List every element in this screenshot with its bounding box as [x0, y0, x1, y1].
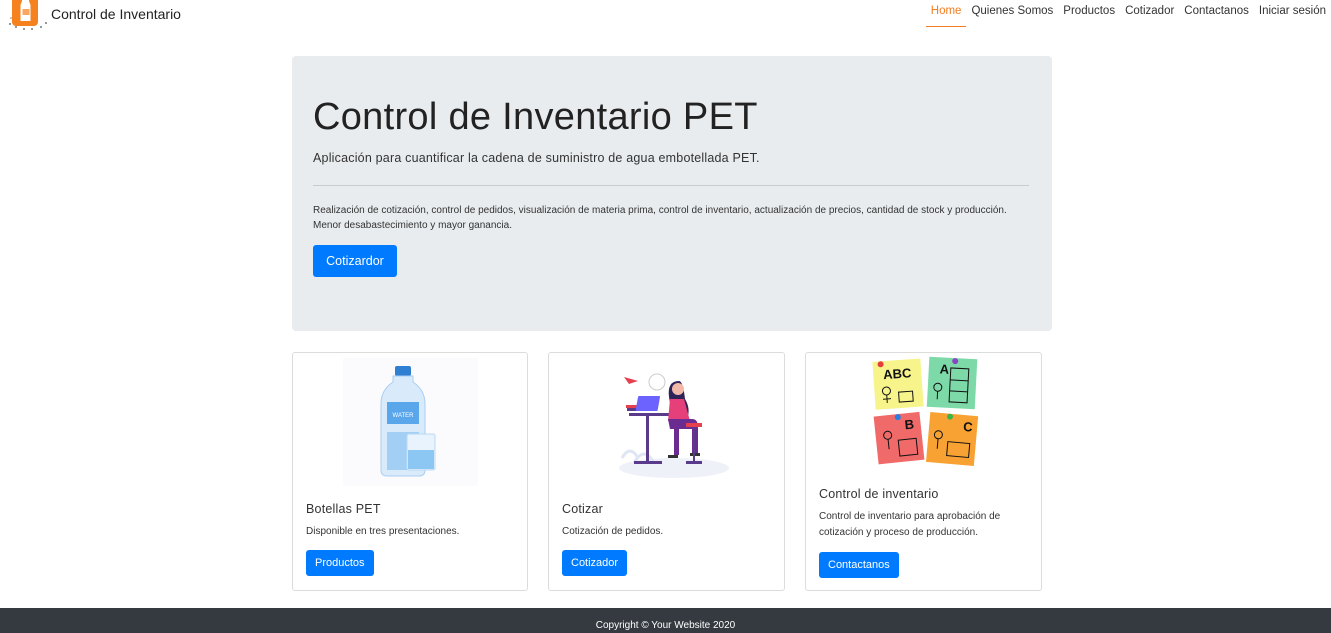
page-title: Control de Inventario PET [313, 96, 758, 138]
card-text: Disponible en tres presentaciones. [306, 526, 460, 537]
note-label-abc: ABC [883, 365, 913, 382]
nav-iniciar-sesion[interactable]: Iniciar sesión [1254, 3, 1331, 27]
jumbotron: Control de Inventario PET Aplicación par… [292, 56, 1052, 331]
note-label-b: B [904, 417, 915, 433]
card-control-inventario: ABC A B C Control de inventario Control … [805, 352, 1042, 591]
copyright-text: Copyright © Your Website 2020 [595, 620, 736, 631]
card-text: Cotización de pedidos. [562, 526, 664, 537]
sticky-notes-icon: ABC A B C [870, 356, 982, 468]
card-botellas: WATER Botellas PET Disponible en tres pr… [292, 352, 528, 591]
bottle-label: WATER [393, 413, 415, 419]
brand[interactable]: Control de Inventario [8, 0, 181, 32]
woman-laptop-icon [604, 363, 734, 485]
nav-contactanos[interactable]: Contactanos [1179, 3, 1254, 27]
card-title: Botellas PET [306, 502, 381, 516]
description-text: Realización de cotización, control de pe… [313, 205, 1007, 231]
note-label-a: A [939, 361, 950, 377]
nav-cotizador[interactable]: Cotizador [1120, 3, 1179, 27]
cotizador-card-button[interactable]: Cotizador [562, 550, 628, 576]
productos-button[interactable]: Productos [306, 550, 374, 576]
divider [313, 185, 1029, 186]
contactanos-button[interactable]: Contactanos [819, 552, 899, 578]
card-title: Control de inventario [819, 487, 939, 501]
card-title: Cotizar [562, 502, 603, 516]
lead-text: Aplicación para cuantificar la cadena de… [313, 151, 760, 165]
water-bottle-icon: WATER [343, 358, 478, 486]
card-text: Control de inventario para aprobación de… [819, 511, 1001, 538]
nav-menu: Home Quienes Somos Productos Cotizador C… [925, 3, 1331, 27]
card-cotizar: Cotizar Cotización de pedidos. Cotizador [548, 352, 785, 591]
footer: Copyright © Your Website 2020 [0, 608, 1331, 633]
nav-home[interactable]: Home [925, 3, 967, 27]
cotizador-button[interactable]: Cotizardor [313, 245, 397, 277]
bottle-logo-icon [8, 0, 48, 32]
navbar: Control de Inventario Home Quienes Somos… [0, 0, 1331, 34]
nav-productos[interactable]: Productos [1058, 3, 1120, 27]
brand-title: Control de Inventario [51, 6, 181, 22]
nav-quienes-somos[interactable]: Quienes Somos [966, 3, 1058, 27]
